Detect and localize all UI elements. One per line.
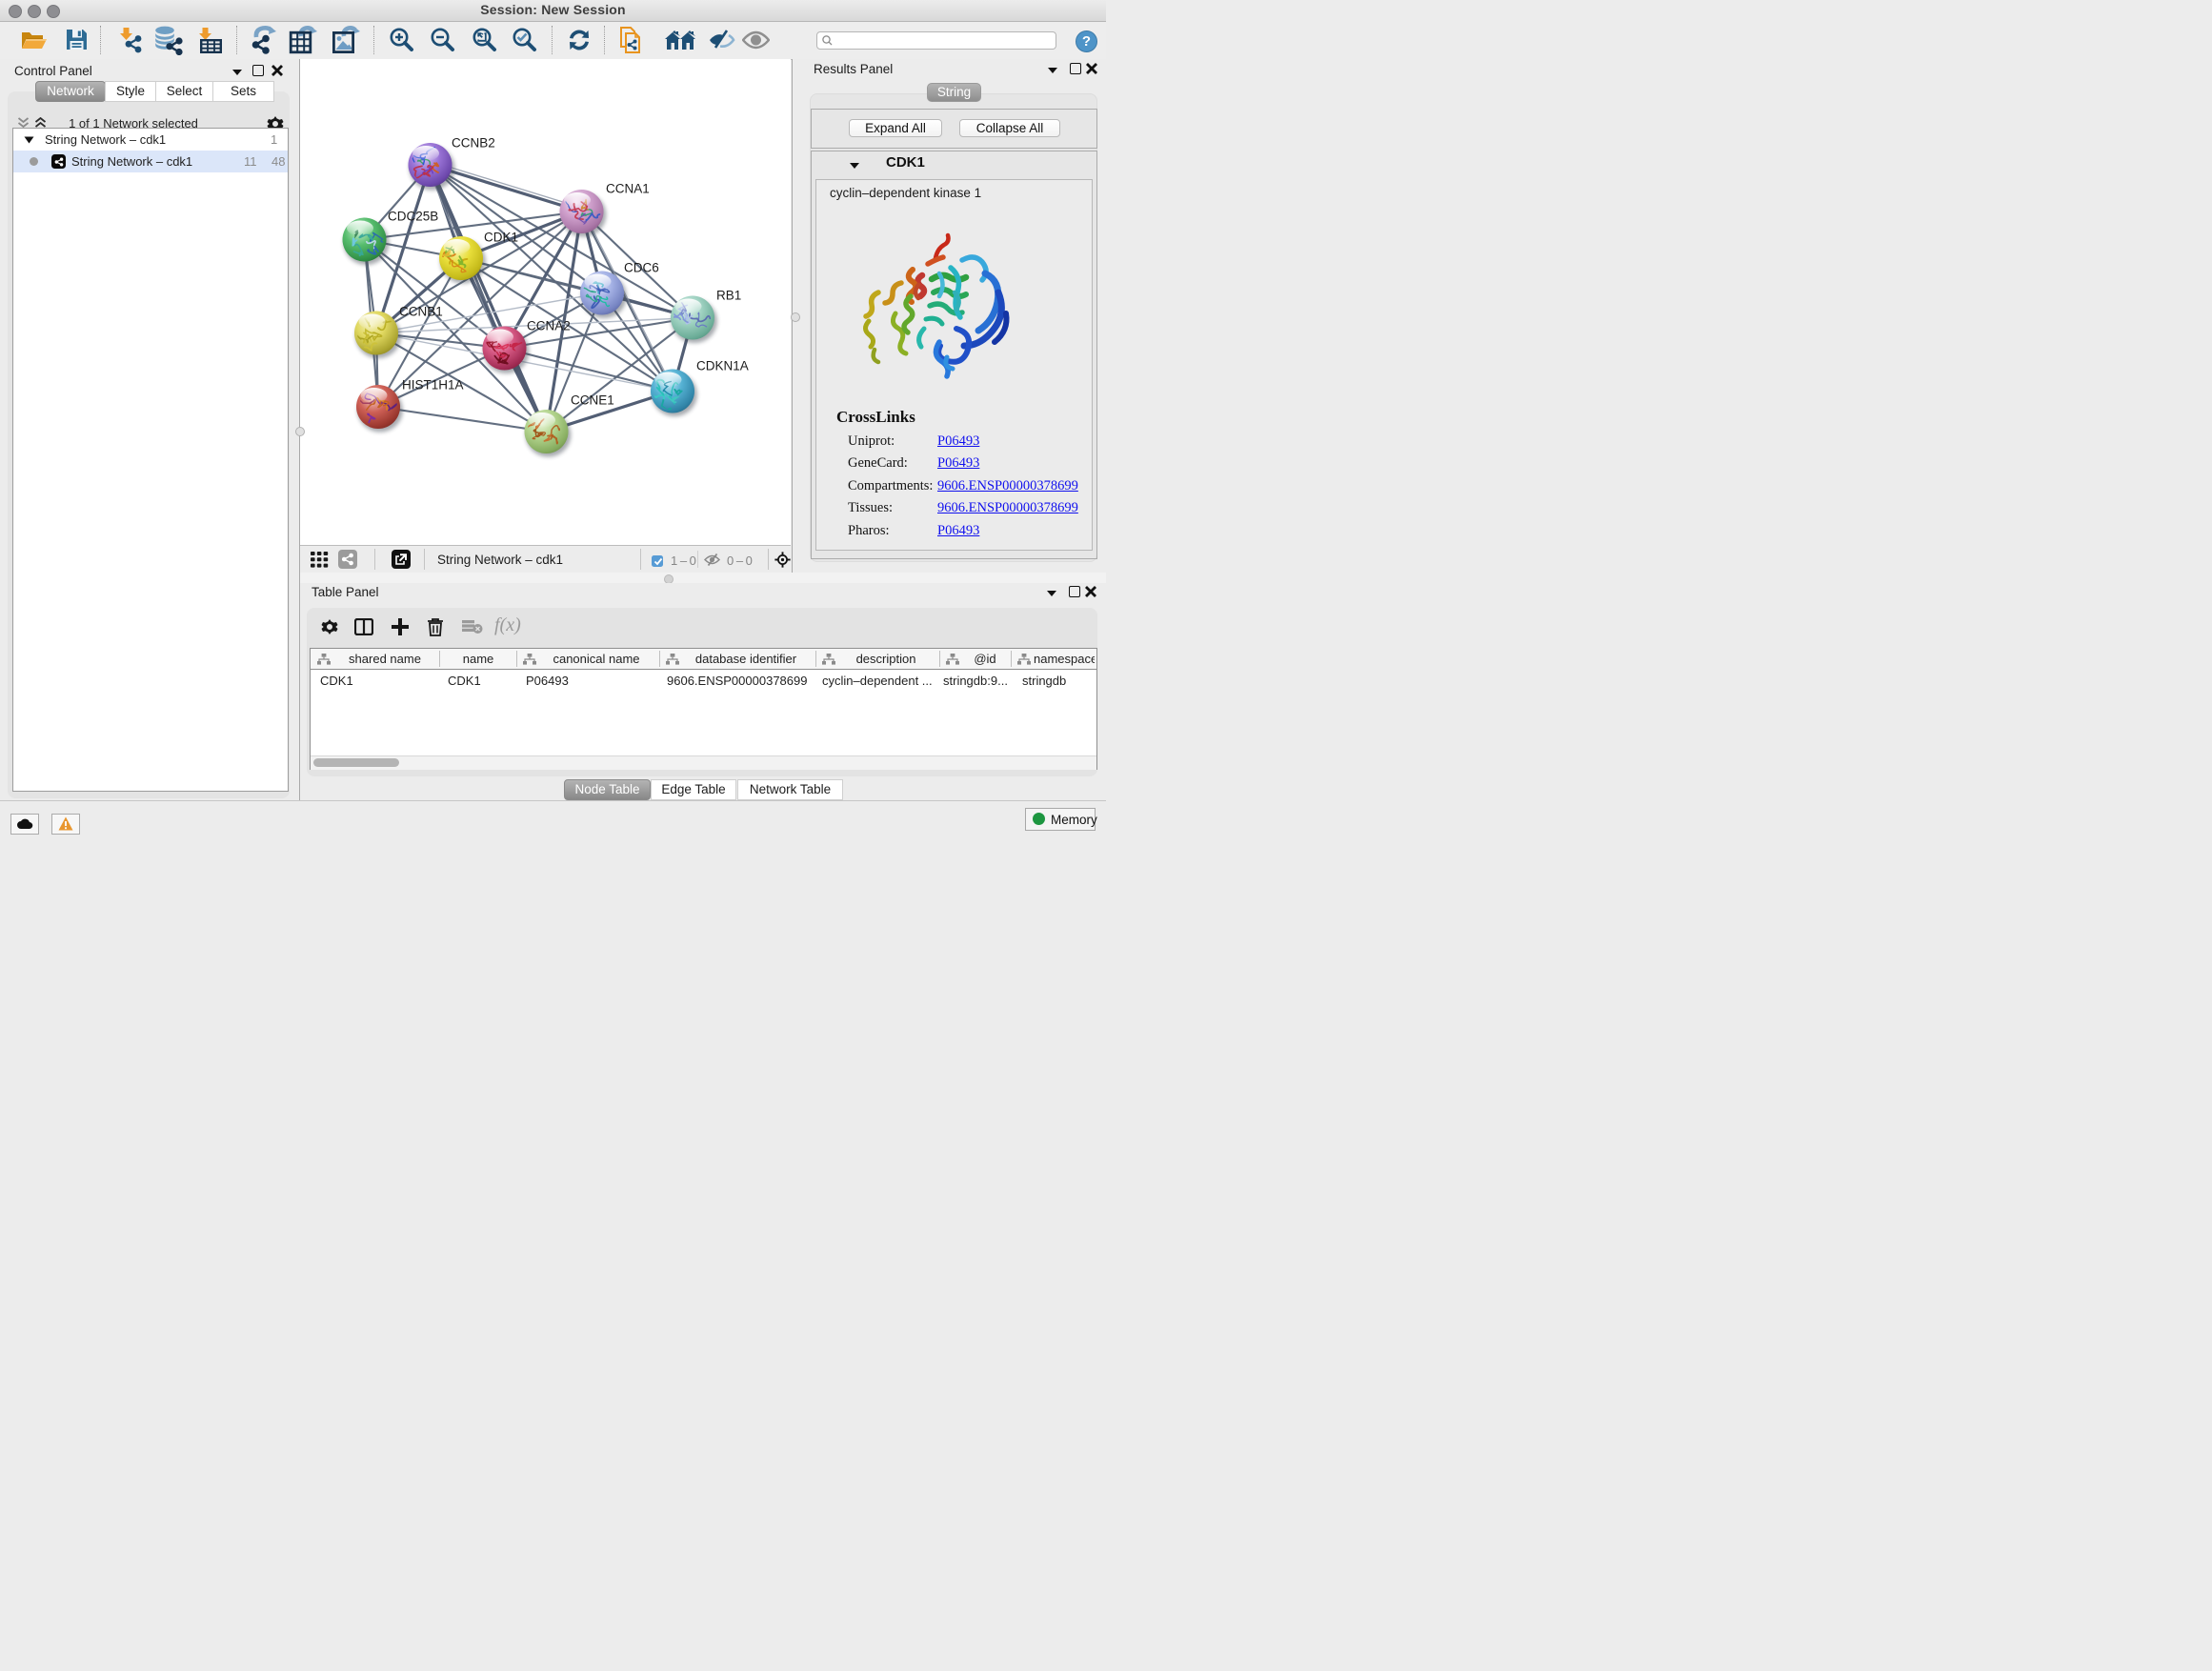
svg-text:HIST1H1A: HIST1H1A bbox=[402, 378, 464, 393]
svg-text:RB1: RB1 bbox=[716, 289, 741, 303]
svg-text:CDKN1A: CDKN1A bbox=[696, 359, 749, 373]
svg-text:CCNE1: CCNE1 bbox=[571, 393, 614, 408]
svg-text:CCNA1: CCNA1 bbox=[606, 182, 650, 196]
svg-text:CCNB1: CCNB1 bbox=[399, 305, 443, 319]
svg-text:CCNB2: CCNB2 bbox=[452, 136, 495, 151]
svg-text:CDC25B: CDC25B bbox=[388, 210, 438, 224]
svg-text:CDK1: CDK1 bbox=[484, 231, 518, 245]
svg-text:CCNA2: CCNA2 bbox=[527, 319, 571, 333]
svg-text:CDC6: CDC6 bbox=[624, 261, 659, 275]
